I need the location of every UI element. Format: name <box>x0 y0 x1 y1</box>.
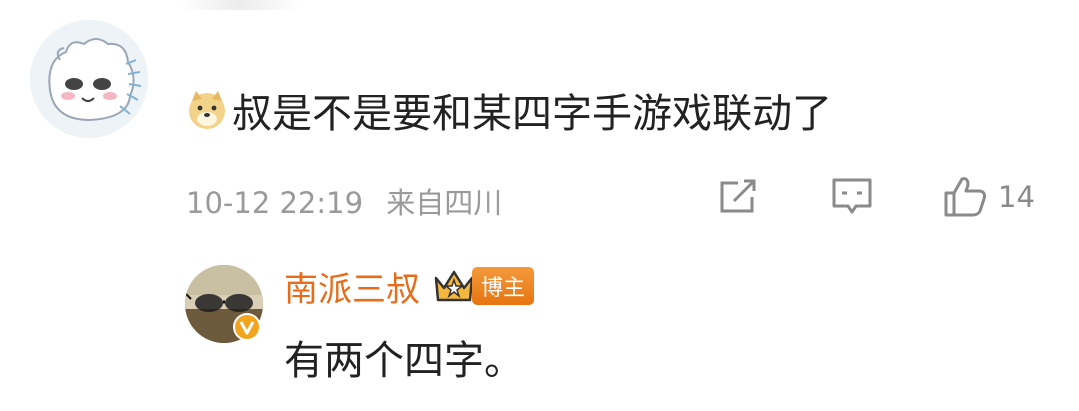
like-button[interactable]: 14 <box>942 174 1035 220</box>
reply-author-name[interactable]: 南派三叔 <box>284 262 420 311</box>
like-count: 14 <box>998 180 1035 214</box>
comment-text: 叔是不是要和某四字手游戏联动了 <box>186 84 832 137</box>
author-badge: 博主 <box>472 267 535 305</box>
comment-icon <box>832 178 872 214</box>
commenter-avatar[interactable] <box>30 20 148 138</box>
crown-level-icon <box>434 270 474 302</box>
share-button[interactable] <box>716 174 760 220</box>
cartoon-hamster-avatar-icon <box>30 20 148 138</box>
reply-text: 有两个四字。 <box>284 338 524 384</box>
comment-body: 叔是不是要和某四字手游戏联动了 <box>232 91 832 137</box>
comment-button[interactable] <box>830 174 874 220</box>
comment-location: 来自四川 <box>386 186 503 220</box>
thumbs-up-icon <box>944 177 986 217</box>
comment-meta: 10-12 22:19 来自四川 <box>186 180 502 222</box>
share-icon <box>720 179 756 213</box>
previous-comment-divider <box>180 0 300 10</box>
doge-emoji-icon <box>189 91 225 129</box>
comment-date: 10-12 22:19 <box>186 186 364 220</box>
verified-badge-icon <box>233 313 261 341</box>
reply-header: 南派三叔 博主 <box>284 262 535 311</box>
